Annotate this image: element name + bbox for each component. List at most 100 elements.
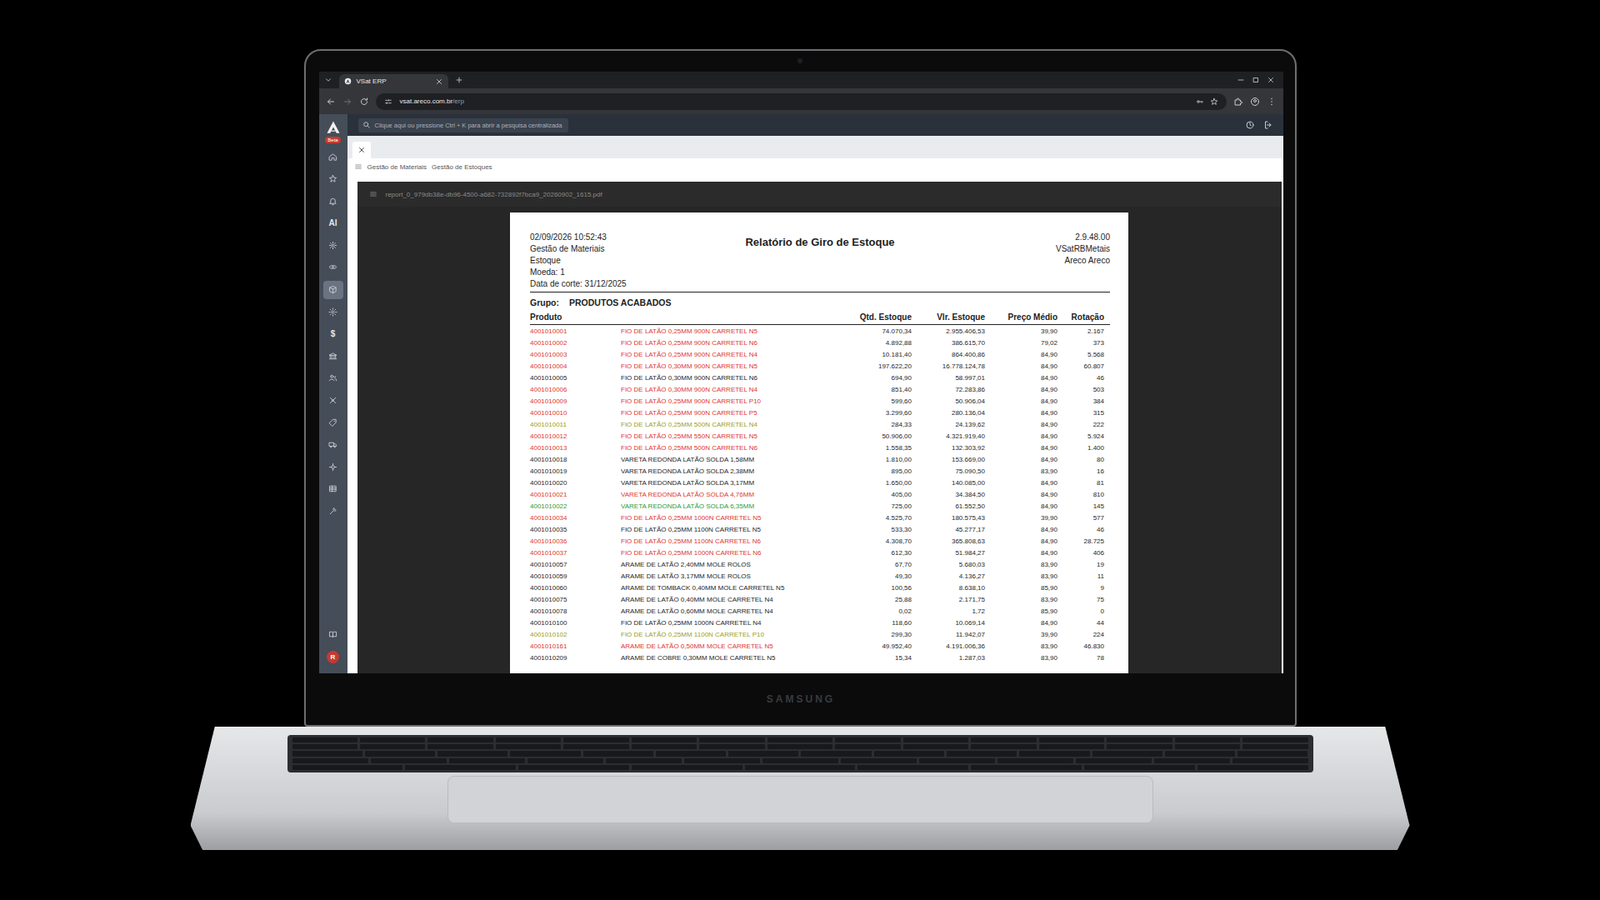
keyboard-key[interactable] [745,765,856,770]
menu-icon[interactable] [354,162,363,171]
keyboard-key[interactable] [1039,737,1105,743]
sidebar-item[interactable] [323,625,344,644]
keyboard-key[interactable] [527,758,604,764]
keyboard-key[interactable] [449,758,525,764]
logo-icon[interactable] [325,119,342,136]
keyboard-key[interactable] [728,750,799,756]
keyboard-key[interactable] [919,758,995,764]
keyboard-key[interactable] [437,750,508,756]
sidebar-item[interactable] [323,435,344,455]
keyboard-key[interactable] [495,737,561,743]
maximize-icon[interactable] [1251,75,1260,85]
keyboard-key[interactable] [1106,737,1172,743]
url-field[interactable]: vsat.areco.com.br/erp [375,93,1227,110]
breadcrumb-item[interactable]: Gestão de Materiais [367,163,428,171]
keyboard-key[interactable] [1165,750,1235,756]
keyboard-key[interactable] [762,758,839,764]
sidebar-item[interactable] [323,457,344,476]
keyboard-key[interactable] [1242,737,1308,743]
keyboard-key[interactable] [292,744,358,750]
keyboard-key[interactable] [370,758,447,764]
keyboard-key[interactable] [903,744,969,750]
keyboard-key[interactable] [699,737,765,743]
sidebar-item[interactable] [323,502,344,521]
sidebar-item[interactable]: $ [323,325,344,344]
window-close-icon[interactable] [1266,75,1275,85]
sidebar-item[interactable] [323,280,344,300]
keyboard-key[interactable] [583,750,654,756]
more-icon[interactable] [1266,96,1277,107]
clock-icon[interactable] [1245,120,1255,130]
new-tab-icon[interactable] [455,75,464,85]
keyboard-key[interactable] [1092,750,1163,756]
keyboard-key[interactable] [1197,765,1309,770]
sidebar-item[interactable] [323,391,344,410]
extension-icon[interactable] [1233,96,1244,107]
keyboard-key[interactable] [360,744,425,750]
sidebar-item[interactable]: AI [323,214,344,233]
sidebar-item[interactable] [323,302,344,321]
keyboard-key[interactable] [427,744,493,750]
keyboard-key[interactable] [518,765,630,770]
minimize-icon[interactable] [1236,75,1245,85]
keyboard-key[interactable] [970,737,1036,743]
keyboard-key[interactable] [495,744,561,750]
keyboard-key[interactable] [835,737,900,743]
keyboard-key[interactable] [655,750,726,756]
close-icon[interactable] [435,77,444,86]
keyboard-key[interactable] [1242,744,1308,750]
bookmark-star-icon[interactable] [1210,97,1219,106]
sidebar-item[interactable] [323,480,344,499]
breadcrumb-item[interactable]: Gestão de Estoques [431,163,493,171]
keyboard-key[interactable] [631,737,697,743]
sidebar-item[interactable] [323,235,344,255]
key-icon[interactable] [1195,97,1205,106]
sidebar-item[interactable] [323,258,344,277]
keyboard-key[interactable] [767,737,833,743]
keyboard-key[interactable] [605,758,682,764]
keyboard-key[interactable] [292,750,363,756]
keyboard-key[interactable] [857,765,969,770]
profile-icon[interactable] [1250,96,1260,107]
reload-icon[interactable] [359,96,370,107]
close-icon[interactable] [357,145,366,155]
sidebar-item[interactable] [323,170,344,189]
keyboard-key[interactable] [1039,744,1105,750]
keyboard-key[interactable] [1154,758,1230,764]
keyboard-key[interactable] [1175,744,1240,750]
keyboard-key[interactable] [1075,758,1152,764]
keyboard-key[interactable] [1106,744,1172,750]
keyboard-key[interactable] [292,758,369,764]
keyboard-key[interactable] [360,737,425,743]
tab-list-icon[interactable] [324,75,333,85]
sidebar-item[interactable] [323,413,344,432]
keyboard-key[interactable] [1175,737,1240,743]
logout-icon[interactable] [1263,120,1274,130]
sidebar-item[interactable] [323,346,344,365]
keyboard-key[interactable] [292,765,404,770]
keyboard-key[interactable] [840,758,917,764]
keyboard-key[interactable] [563,737,629,743]
keyboard-key[interactable] [903,737,969,743]
site-info-icon[interactable] [384,97,393,106]
keyboard-key[interactable] [631,744,697,750]
keyboard-key[interactable] [510,750,580,756]
search-field[interactable]: Clique aqui ou pressione Ctrl + K para a… [358,118,570,133]
keyboard-key[interactable] [405,765,516,770]
trackpad[interactable] [447,775,1154,824]
sidebar-item[interactable] [323,147,344,166]
keyboard-key[interactable] [699,744,765,750]
keyboard-key[interactable] [946,750,1017,756]
keyboard-key[interactable] [970,744,1036,750]
keyboard-key[interactable] [1232,758,1309,764]
keyboard-key[interactable] [631,765,743,770]
user-avatar[interactable]: R [326,650,340,664]
keyboard-key[interactable] [874,750,945,756]
keyboard-key[interactable] [1019,750,1090,756]
keyboard-key[interactable] [997,758,1074,764]
keyboard-key[interactable] [1084,765,1195,770]
keyboard-key[interactable] [292,737,358,743]
keyboard-key[interactable] [427,737,493,743]
keyboard-key[interactable] [767,744,833,750]
sidebar-item[interactable] [323,369,344,388]
